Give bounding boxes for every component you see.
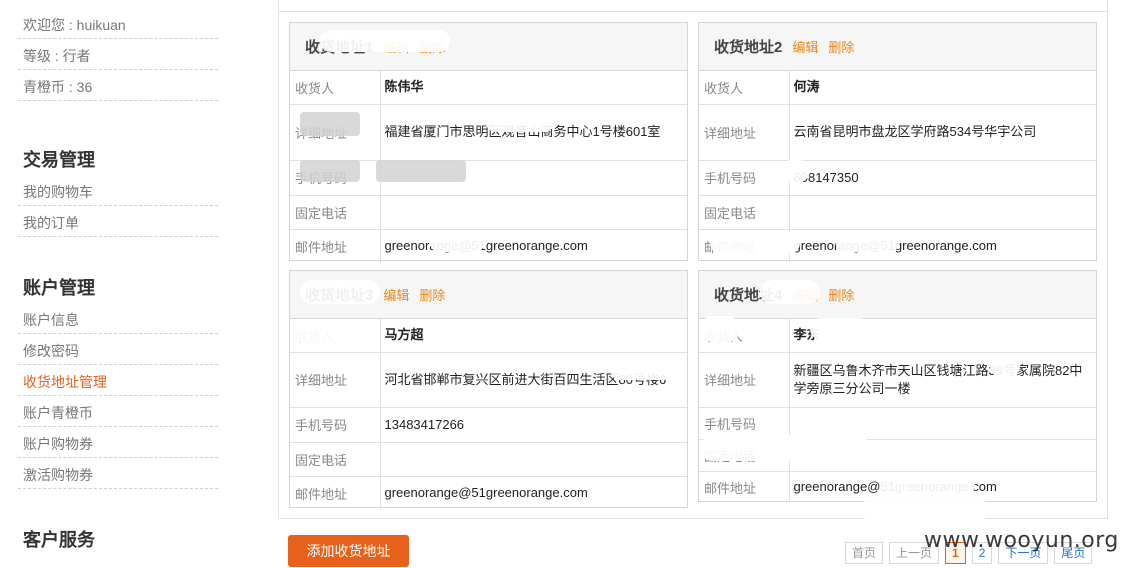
mobile-value	[380, 159, 687, 195]
receiver-value: 李东	[793, 327, 820, 343]
delete-link[interactable]: 删除	[828, 285, 854, 304]
phone-value	[789, 194, 1096, 229]
sidebar-item-change-password[interactable]: 修改密码	[18, 334, 218, 365]
address-table: 收货人 马方超 详细地址 河北省邯郸市复兴区前进大街百四生活区80号楼6 手机号码 1…	[290, 319, 687, 510]
address-label: 详细地址	[699, 103, 790, 160]
card-header: 收货地址2 编辑 删除	[699, 23, 1096, 71]
account-heading: 账户管理	[23, 278, 95, 298]
mobile-value	[789, 406, 1096, 439]
receiver-value: 何涛	[793, 79, 820, 95]
address-label: 详细地址	[290, 103, 381, 160]
address-card-1: 收货地址1 编辑 删除 收货人 陈伟华 详细地址 福建省厦门市思明区观音山商务中心1…	[289, 22, 688, 263]
trade-heading: 交易管理	[23, 150, 95, 170]
receiver-label: 收货人	[699, 71, 790, 104]
edit-link[interactable]: 编辑	[383, 37, 409, 56]
card-header: 收货地址1 编辑 删除	[290, 23, 687, 71]
receiver-label: 收货人	[290, 71, 381, 104]
welcome-text: 欢迎您 : huikuan	[18, 8, 218, 39]
mobile-label: 手机号码	[699, 159, 790, 195]
phone-label: 固定电话	[699, 194, 790, 229]
receiver-label: 收货人	[290, 319, 381, 352]
email-label: 邮件地址	[699, 228, 790, 263]
sidebar-item-activate-coupons[interactable]: 激活购物券	[18, 458, 218, 489]
service-heading: 客户服务	[23, 530, 95, 550]
panel-top-strip	[279, 0, 1109, 12]
mobile-label: 手机号码	[699, 406, 790, 439]
sidebar-item-account-info[interactable]: 账户信息	[18, 303, 218, 334]
edit-link[interactable]: 编辑	[383, 285, 409, 304]
address-table: 收货人 何涛 详细地址 云南省昆明市盘龙区学府路534号华宇公司 手机号码 60814…	[699, 71, 1096, 263]
card-header: 收货地址3 编辑 删除	[290, 271, 687, 319]
mobile-value: 13483417266	[380, 406, 687, 442]
phone-label: 固定电话	[290, 441, 381, 476]
address-value: 河北省邯郸市复兴区前进大街百四生活区80号楼6	[380, 351, 687, 407]
receiver-value: 马方超	[384, 327, 424, 343]
edit-link[interactable]: 编辑	[792, 37, 818, 56]
address-card-4: 收货地址4 编辑 删除 收货人 李东 详细地址 新疆区乌鲁木齐市天山区钱塘江路38号…	[698, 270, 1097, 503]
card-title: 收货地址2	[714, 39, 783, 56]
address-card-2: 收货地址2 编辑 删除 收货人 何涛 详细地址 云南省昆明市盘龙区学府路534号华宇…	[698, 22, 1097, 263]
card-title: 收货地址4	[714, 287, 783, 304]
coins-text: 青橙币 : 36	[18, 70, 218, 101]
add-address-button[interactable]: 添加收货地址	[288, 535, 409, 567]
address-value: 福建省厦门市思明区观音山商务中心1号楼601室	[380, 103, 687, 160]
level-text: 等级 : 行者	[18, 39, 218, 70]
mobile-label: 手机号码	[290, 159, 381, 195]
email-value: greenorange@51greenorange.com	[789, 470, 1096, 503]
watermark: www.wooyun.org	[924, 528, 1119, 553]
address-value: 新疆区乌鲁木齐市天山区钱塘江路38号家属院82中学旁原三分公司一楼	[789, 351, 1096, 407]
sidebar-item-account-coins[interactable]: 账户青橙币	[18, 396, 218, 427]
address-table: 收货人 李东 详细地址 新疆区乌鲁木齐市天山区钱塘江路38号家属院82中学旁原三分公…	[699, 319, 1096, 503]
delete-link[interactable]: 删除	[419, 37, 445, 56]
address-label: 详细地址	[290, 351, 381, 407]
email-value: greenorange@51greenorange.com	[380, 228, 687, 263]
address-card-3: 收货地址3 编辑 删除 收货人 马方超 详细地址 河北省邯郸市复兴区前进大街百四生活…	[289, 270, 688, 510]
phone-value	[380, 441, 687, 476]
edit-link[interactable]: 编辑	[792, 285, 818, 304]
mobile-label: 手机号码	[290, 406, 381, 442]
sidebar-item-address-mgmt[interactable]: 收货地址管理	[18, 365, 218, 396]
email-label: 邮件地址	[699, 470, 790, 503]
card-header: 收货地址4 编辑 删除	[699, 271, 1096, 319]
address-label: 详细地址	[699, 351, 790, 407]
delete-link[interactable]: 删除	[828, 37, 854, 56]
address-value: 云南省昆明市盘龙区学府路534号华宇公司	[789, 103, 1096, 160]
receiver-label: 收货人	[699, 319, 790, 352]
first-page-button[interactable]: 首页	[845, 542, 884, 564]
address-table: 收货人 陈伟华 详细地址 福建省厦门市思明区观音山商务中心1号楼601室 手机号码 …	[290, 71, 687, 263]
phone-value	[789, 438, 1096, 471]
phone-label: 固定电话	[699, 438, 790, 471]
card-title: 收货地址3	[305, 287, 374, 304]
email-label: 邮件地址	[290, 228, 381, 263]
sidebar: 欢迎您 : huikuan 等级 : 行者 青橙币 : 36 交易管理 我的购物…	[18, 8, 218, 555]
phone-label: 固定电话	[290, 194, 381, 229]
card-title: 收货地址1	[305, 39, 374, 56]
sidebar-item-orders[interactable]: 我的订单	[18, 206, 218, 237]
email-value: greenorange@51greenorange.com	[380, 475, 687, 510]
email-label: 邮件地址	[290, 475, 381, 510]
delete-link[interactable]: 删除	[419, 285, 445, 304]
email-value: greenorange@51greenorange.com	[789, 228, 1096, 263]
mobile-value: 608147350	[789, 159, 1096, 195]
phone-value	[380, 194, 687, 229]
receiver-value: 陈伟华	[384, 79, 424, 95]
sidebar-item-account-coupons[interactable]: 账户购物券	[18, 427, 218, 458]
sidebar-item-cart[interactable]: 我的购物车	[18, 175, 218, 206]
